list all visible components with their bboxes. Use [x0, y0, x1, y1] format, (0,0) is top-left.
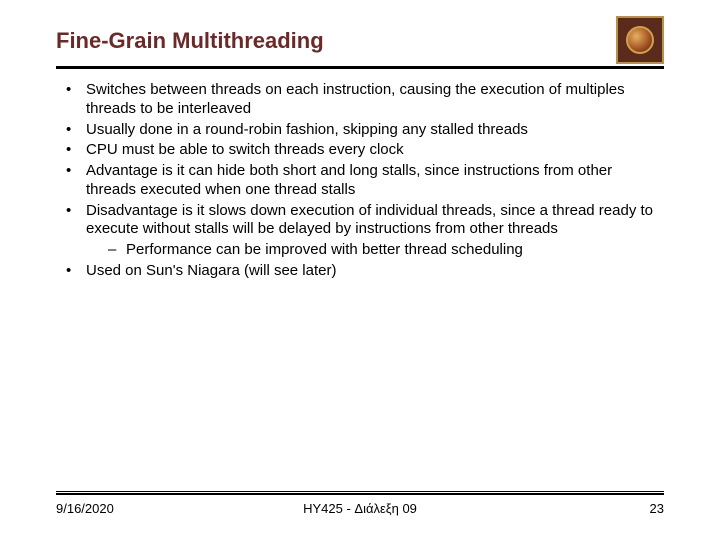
bullet-text: Disadvantage is it slows down execution …	[86, 202, 653, 238]
bullet-text: CPU must be able to switch threads every…	[86, 141, 404, 158]
list-item: CPU must be able to switch threads every…	[74, 141, 664, 160]
bullet-list: Switches between threads on each instruc…	[56, 81, 664, 281]
slide-content: Switches between threads on each instruc…	[0, 69, 720, 281]
slide-title: Fine-Grain Multithreading	[56, 28, 324, 54]
bullet-text: Used on Sun's Niagara (will see later)	[86, 262, 336, 279]
list-item: Used on Sun's Niagara (will see later)	[74, 262, 664, 281]
footer-page-number: 23	[650, 501, 664, 516]
list-item: Switches between threads on each instruc…	[74, 81, 664, 119]
bullet-text: Switches between threads on each instruc…	[86, 81, 625, 117]
slide-footer: 9/16/2020 HY425 - Διάλεξη 09 23	[0, 491, 720, 516]
footer-course: HY425 - Διάλεξη 09	[303, 501, 417, 516]
footer-divider-thick	[56, 493, 664, 495]
bullet-text: Advantage is it can hide both short and …	[86, 162, 612, 198]
sub-bullet-list: Performance can be improved with better …	[86, 241, 664, 260]
slide: Fine-Grain Multithreading Switches betwe…	[0, 0, 720, 540]
list-item: Advantage is it can hide both short and …	[74, 162, 664, 200]
bullet-text: Usually done in a round-robin fashion, s…	[86, 121, 528, 138]
footer-row: 9/16/2020 HY425 - Διάλεξη 09 23	[56, 501, 664, 516]
sub-list-item: Performance can be improved with better …	[114, 241, 664, 260]
seal-icon	[626, 26, 654, 54]
list-item: Usually done in a round-robin fashion, s…	[74, 121, 664, 140]
footer-date: 9/16/2020	[56, 501, 114, 516]
list-item: Disadvantage is it slows down execution …	[74, 202, 664, 260]
university-logo	[616, 16, 664, 64]
title-row: Fine-Grain Multithreading	[56, 28, 664, 64]
footer-divider-thin	[56, 491, 664, 492]
slide-header: Fine-Grain Multithreading	[0, 0, 720, 69]
sub-bullet-text: Performance can be improved with better …	[126, 241, 523, 258]
